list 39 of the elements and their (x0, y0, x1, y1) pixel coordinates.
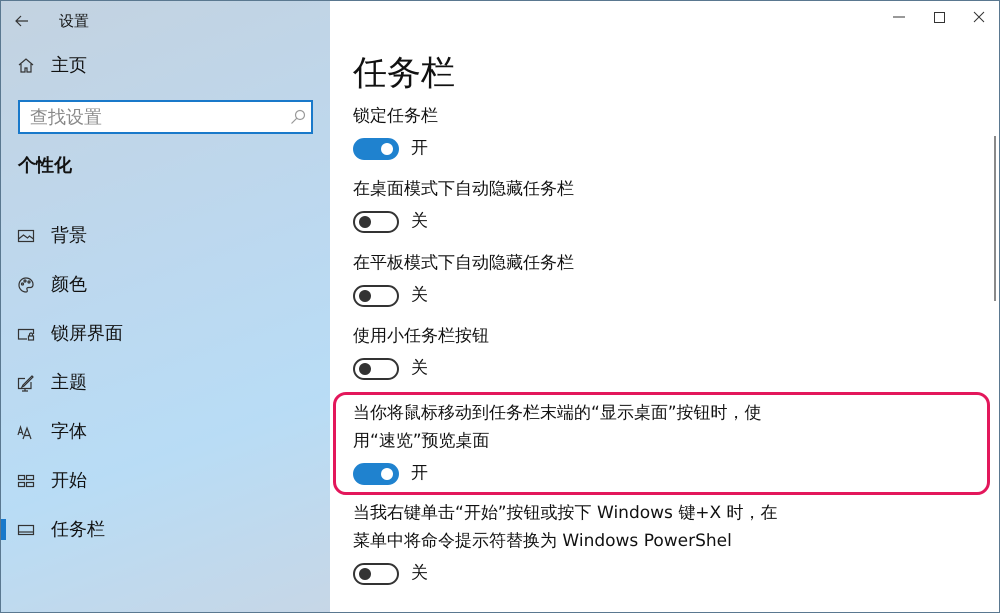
toggle-state-label: 开 (411, 136, 428, 160)
setting-label: 在桌面模式下自动隐藏任务栏 (353, 178, 575, 202)
setting-label: 当我右键单击“开始”按钮或按下 Windows 键+X 时，在菜单中将命令提示符替换为 Windows PowerShel (353, 502, 779, 554)
minimize-icon[interactable] (893, 16, 905, 18)
home-icon (17, 56, 35, 74)
toggle-switch[interactable] (353, 563, 399, 586)
toggle-switch[interactable] (353, 284, 399, 307)
toggle-state-label: 关 (411, 284, 428, 307)
setting-label: 在平板模式下自动隐藏任务栏 (353, 252, 575, 275)
page-title: 任务栏 (353, 53, 456, 94)
back-arrow-icon[interactable] (15, 15, 29, 27)
toggle-state-label: 开 (411, 462, 428, 485)
sidebar-item[interactable]: 字体 (1, 407, 330, 456)
search-icon[interactable] (290, 109, 306, 125)
home-item[interactable]: 主页 (1, 41, 330, 90)
toggle-switch[interactable] (353, 358, 399, 380)
palette-icon (17, 276, 35, 294)
toggle-state-label: 关 (411, 562, 428, 586)
sidebar-item[interactable]: 锁屏界面 (1, 309, 330, 358)
sidebar-item[interactable]: 任务栏 (1, 505, 330, 554)
toggle-switch[interactable] (353, 462, 399, 485)
toggle-state-label: 关 (411, 210, 428, 234)
close-icon[interactable] (973, 11, 985, 23)
toggle-state-label: 关 (411, 357, 428, 380)
window-title: 设置 (59, 10, 89, 32)
setting-label: 使用小任务栏按钮 (353, 325, 490, 348)
sidebar-item[interactable]: 主题 (1, 358, 330, 407)
sidebar-item[interactable]: 开始 (1, 456, 330, 505)
search-field[interactable]: 查找设置 (18, 100, 313, 134)
toggle-switch[interactable] (353, 138, 399, 160)
setting-label: 当你将鼠标移动到任务栏末端的“显示桌面”按钮时，使用“速览”预览桌面 (353, 402, 763, 453)
scrollbar[interactable] (994, 136, 996, 301)
section-heading: 个性化 (16, 154, 73, 178)
monitor-pen-icon (17, 374, 35, 392)
sidebar-item[interactable]: 颜色 (1, 260, 330, 309)
maximize-icon[interactable] (934, 12, 944, 22)
toggle-switch[interactable] (353, 211, 399, 234)
sidebar-item[interactable]: 背景 (1, 211, 330, 260)
setting-label: 锁定任务栏 (353, 104, 439, 128)
